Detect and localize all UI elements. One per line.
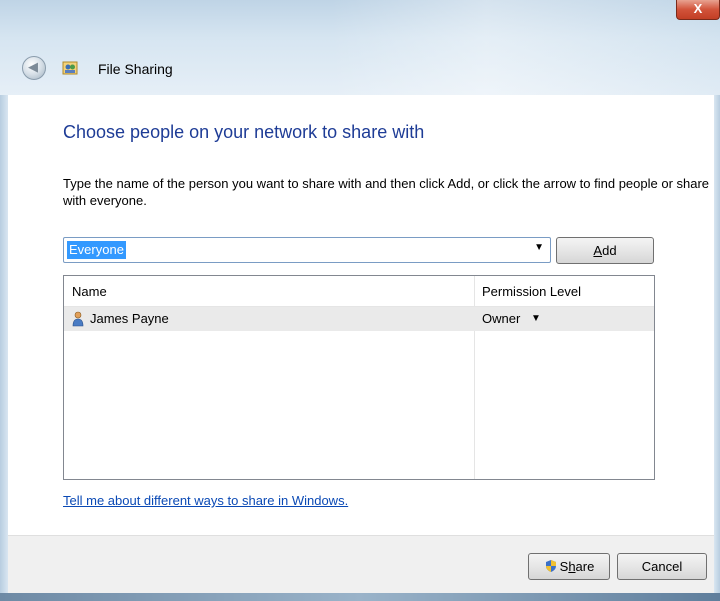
left-frame <box>0 95 8 601</box>
footer-bar: Share Cancel <box>8 535 714 594</box>
share-button-label-start: S <box>559 559 569 574</box>
row-permission[interactable]: Owner <box>482 311 520 326</box>
close-button[interactable]: X <box>676 0 720 20</box>
share-button-accesskey: h <box>568 559 576 574</box>
column-header-name[interactable]: Name <box>72 284 107 299</box>
people-list[interactable]: Name Permission Level James Payne Owner … <box>63 275 655 480</box>
people-combobox[interactable]: Everyone ▼ <box>63 237 551 263</box>
people-input-value[interactable]: Everyone <box>67 241 126 259</box>
title-bar: X ◀ File Sharing <box>0 0 720 95</box>
right-frame <box>714 95 720 601</box>
file-sharing-icon <box>62 61 78 75</box>
list-row[interactable]: James Payne Owner ▼ <box>64 307 654 331</box>
share-button-label-end: are <box>575 559 595 574</box>
file-sharing-window: X ◀ File Sharing Choose people on your n… <box>0 0 720 601</box>
add-button-accesskey: A <box>593 243 603 258</box>
uac-shield-icon <box>545 560 556 572</box>
row-name: James Payne <box>90 311 169 326</box>
permission-dropdown-icon[interactable]: ▼ <box>531 313 541 324</box>
list-header: Name Permission Level <box>64 276 654 307</box>
add-button[interactable]: Add <box>556 237 654 264</box>
back-arrow-icon: ◀ <box>28 60 38 75</box>
help-link[interactable]: Tell me about different ways to share in… <box>63 493 348 508</box>
add-button-label: dd <box>602 243 617 258</box>
content-area: Choose people on your network to share w… <box>8 95 714 535</box>
instructions-text: Type the name of the person you want to … <box>63 176 710 208</box>
column-header-permission[interactable]: Permission Level <box>482 284 581 299</box>
dropdown-arrow-icon[interactable]: ▼ <box>534 242 544 253</box>
cancel-button[interactable]: Cancel <box>617 553 707 580</box>
share-button[interactable]: Share <box>528 553 610 580</box>
window-title: File Sharing <box>98 61 173 77</box>
bottom-frame <box>0 593 720 601</box>
page-heading: Choose people on your network to share w… <box>63 122 425 142</box>
title-bar-sheen <box>330 0 720 95</box>
user-icon <box>72 311 84 327</box>
back-button[interactable]: ◀ <box>22 56 46 80</box>
